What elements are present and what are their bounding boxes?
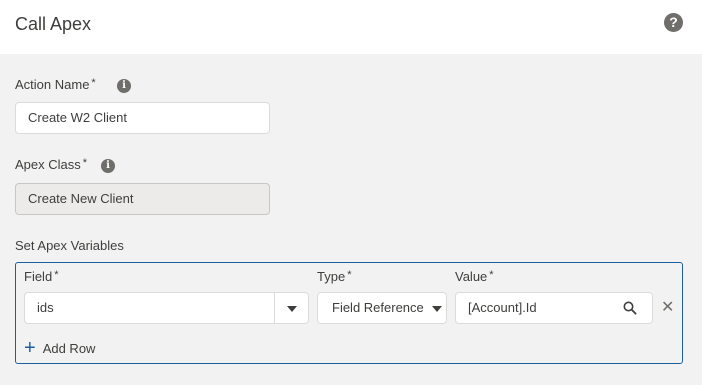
apex-class-label-text: Apex Class: [15, 157, 81, 172]
close-icon[interactable]: ✕: [661, 300, 674, 316]
set-apex-variables-label: Set Apex Variables: [15, 238, 124, 253]
value-input-text: [Account].Id: [468, 300, 537, 315]
field-header-text: Field: [24, 269, 53, 284]
chevron-down-icon: [432, 306, 442, 312]
plus-icon: +: [24, 337, 36, 359]
add-row-label: Add Row: [42, 340, 96, 356]
question-circle-icon[interactable]: ?: [664, 13, 683, 32]
action-name-label-text: Action Name: [15, 77, 90, 92]
type-column-header: Type *: [317, 269, 351, 284]
apex-class-label: Apex Class *: [15, 157, 87, 172]
type-select-value: Field Reference: [332, 300, 424, 315]
field-column-header: Field *: [24, 269, 58, 284]
action-name-label: Action Name *: [15, 77, 96, 92]
type-select[interactable]: Field Reference: [317, 292, 447, 324]
info-icon[interactable]: i: [117, 79, 131, 93]
value-header-text: Value: [455, 269, 488, 284]
page-title: Call Apex: [15, 14, 92, 34]
value-search-input[interactable]: [Account].Id: [455, 292, 653, 324]
required-marker: *: [82, 157, 88, 169]
field-combobox-value: ids: [37, 300, 54, 315]
action-name-input[interactable]: Create W2 Client: [15, 102, 270, 134]
required-marker: *: [54, 269, 59, 281]
value-column-header: Value *: [455, 269, 494, 284]
required-marker: *: [347, 269, 352, 281]
required-marker: *: [489, 269, 494, 281]
modal-header: Call Apex ?: [0, 0, 702, 54]
add-row-button[interactable]: + Add Row: [24, 337, 96, 359]
apex-class-input: Create New Client: [15, 183, 270, 215]
field-combobox[interactable]: ids: [24, 292, 309, 324]
search-icon: [623, 301, 637, 315]
type-header-text: Type: [317, 269, 346, 284]
info-icon[interactable]: i: [101, 159, 115, 173]
chevron-down-icon[interactable]: [287, 306, 297, 312]
required-marker: *: [91, 77, 96, 89]
combobox-divider: [274, 293, 275, 323]
